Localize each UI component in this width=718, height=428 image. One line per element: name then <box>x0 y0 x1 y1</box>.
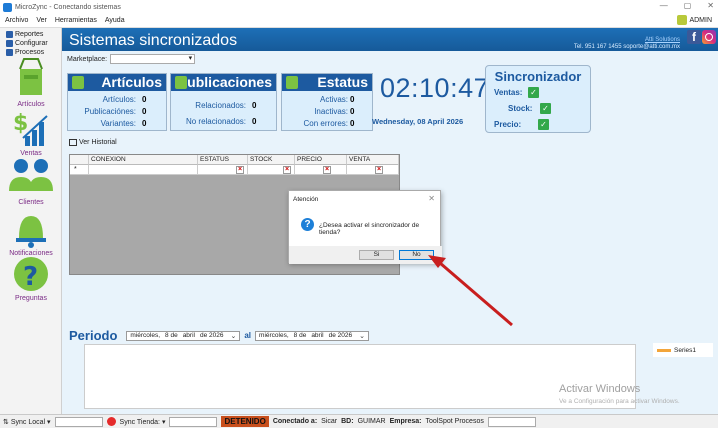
bd-label: BD: <box>341 418 354 425</box>
sync-local-dropdown[interactable]: ⇅ Sync Local ▾ <box>3 418 51 426</box>
sync-tienda-label: Sync Tienda: <box>119 418 160 426</box>
bd-value: GUIMAR <box>357 418 386 425</box>
arrow-shaft <box>439 261 513 327</box>
status-extra-field <box>487 416 536 427</box>
sync-local-label: Sync Local <box>10 418 46 426</box>
connected-value: Sicar <box>321 418 338 425</box>
sync-tienda-field <box>169 416 218 427</box>
status-badge: DETENIDO <box>221 416 269 427</box>
stop-icon <box>106 417 116 426</box>
sync-tienda-dropdown[interactable]: Sync Tienda: ▾ <box>120 418 166 426</box>
annotation-arrow <box>428 255 513 327</box>
connected-label: Conectado a: <box>272 418 318 425</box>
status-bar: ⇅ Sync Local ▾ Sync Tienda: ▾ DETENIDO C… <box>0 414 718 428</box>
empresa-label: Empresa: <box>389 418 422 425</box>
sync-local-field <box>54 416 103 427</box>
empresa-value: ToolSpot Procesos <box>425 418 484 425</box>
